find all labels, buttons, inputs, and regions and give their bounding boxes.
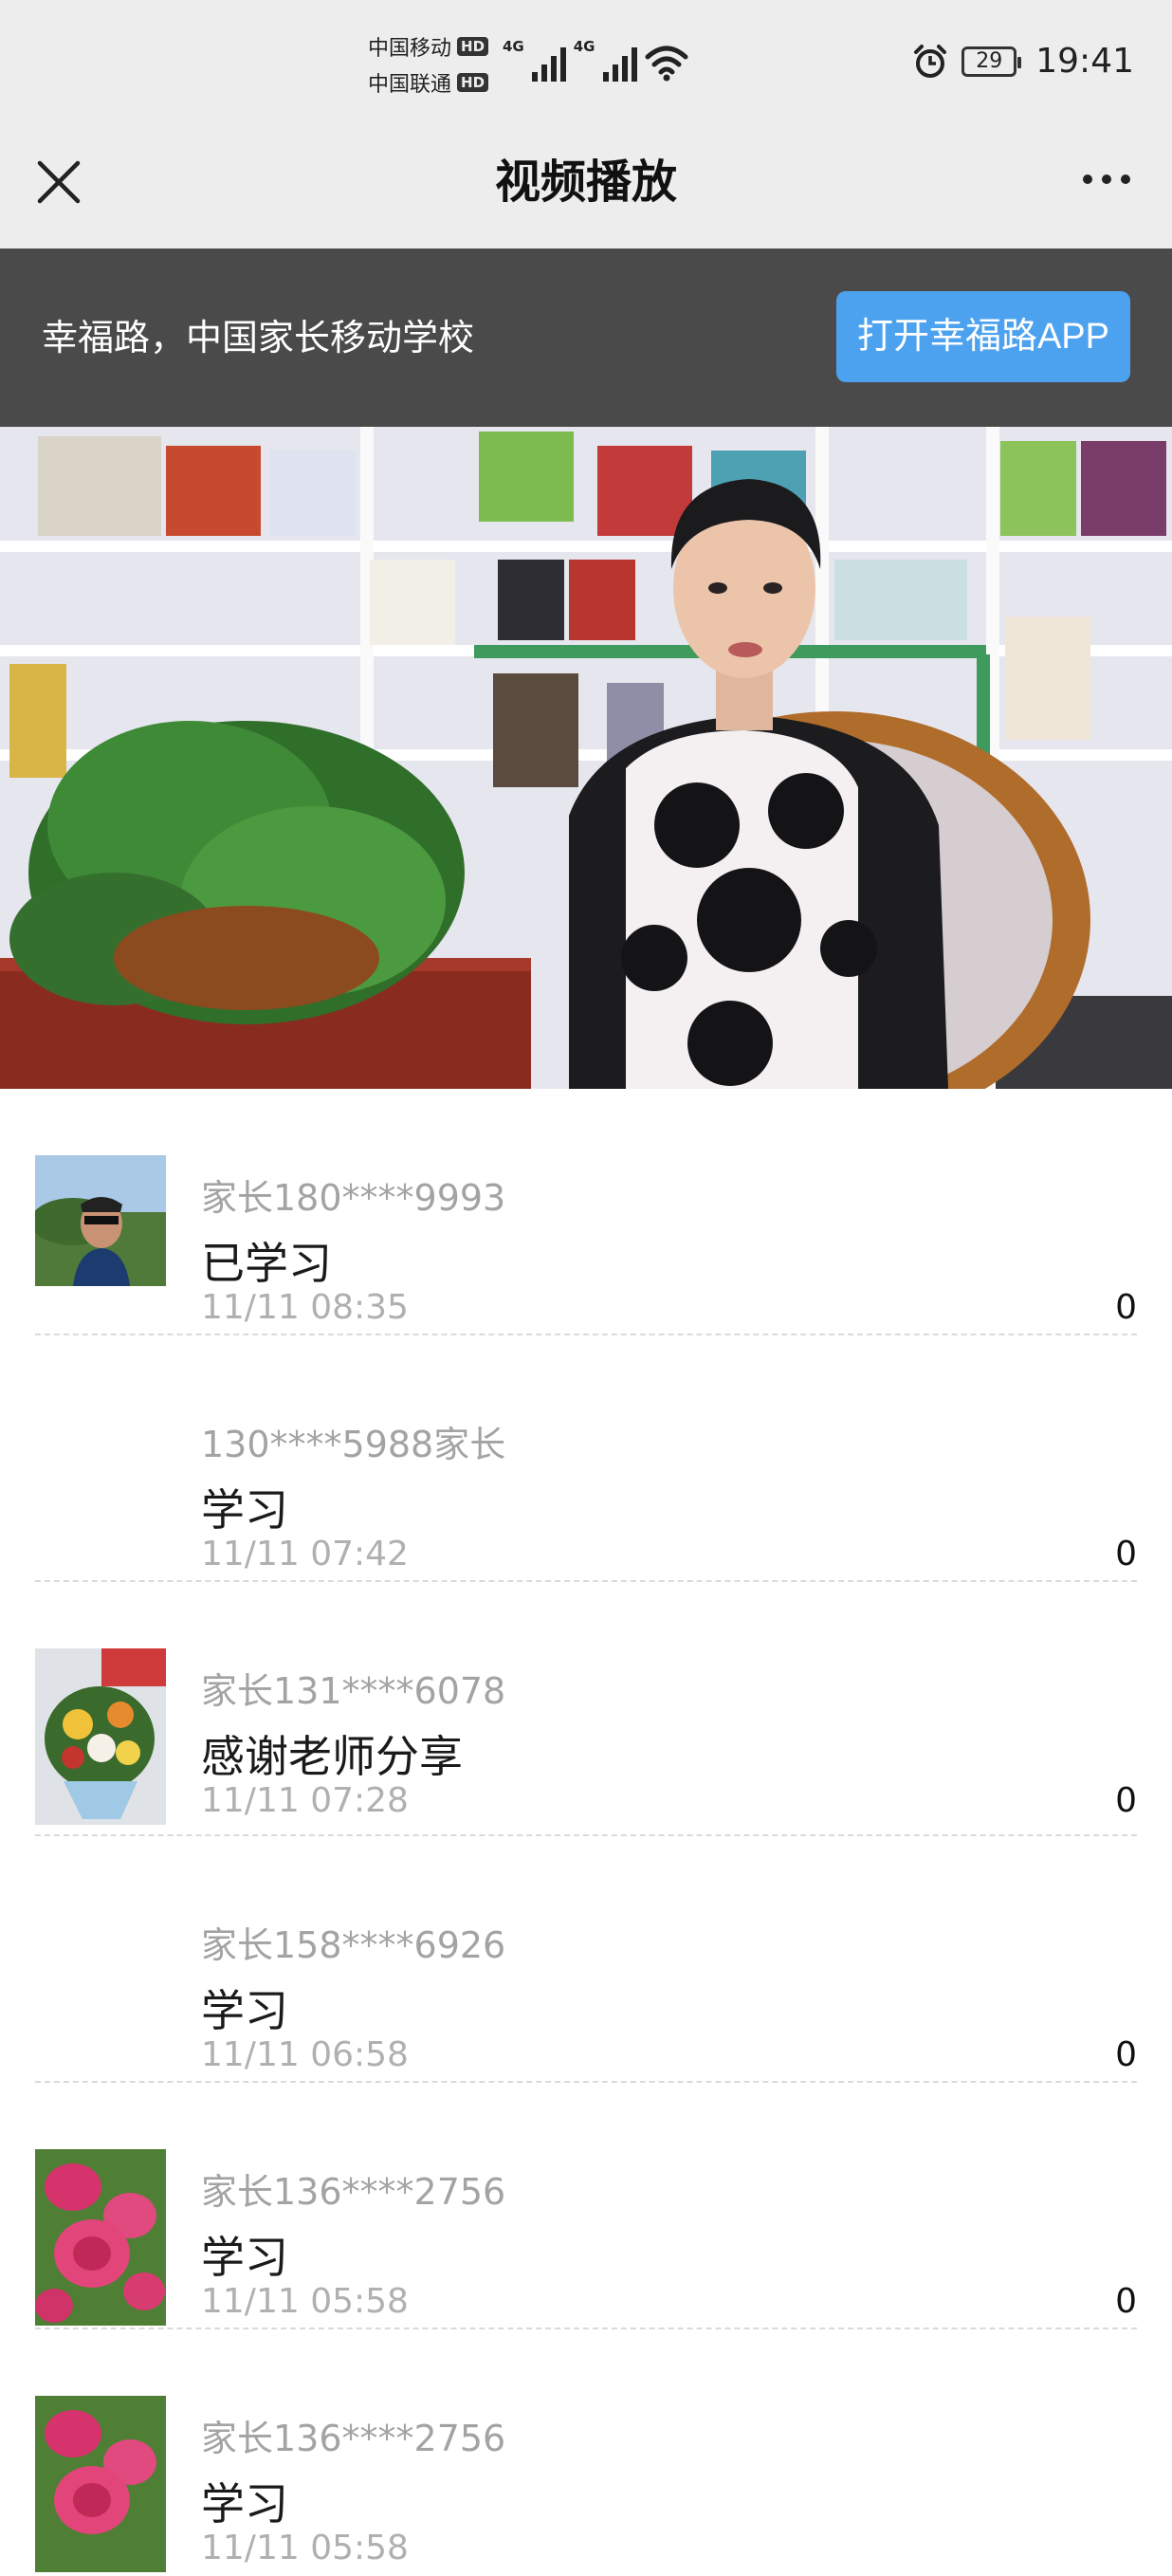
comment-user-name: 家长158****6926 bbox=[201, 1924, 506, 1966]
comment-item[interactable]: 家长136****2756 学习 11/11 05:58 0 bbox=[0, 2083, 1172, 2329]
comment-time: 11/11 08:35 bbox=[201, 1288, 409, 1327]
network-type-label: 4G bbox=[503, 38, 524, 55]
video-player[interactable] bbox=[0, 427, 1172, 1089]
more-options-icon[interactable] bbox=[1083, 175, 1130, 184]
like-count[interactable]: 0 bbox=[1115, 1288, 1137, 1327]
comment-text: 已学习 bbox=[201, 1238, 332, 1289]
battery-icon: 29 bbox=[961, 46, 1022, 77]
carrier-name-2: 中国联通 bbox=[368, 73, 452, 97]
video-frame bbox=[0, 427, 1172, 1089]
comment-item[interactable]: 家长131****6078 感谢老师分享 11/11 07:28 0 bbox=[0, 1582, 1172, 1836]
clock: 19:41 bbox=[1035, 42, 1134, 81]
alarm-icon bbox=[914, 44, 947, 78]
promo-banner: 幸福路，中国家长移动学校 打开幸福路APP bbox=[0, 248, 1172, 427]
title-bar: 视频播放 bbox=[0, 133, 1172, 248]
comment-time: 11/11 05:58 bbox=[201, 2529, 409, 2567]
like-count[interactable]: 0 bbox=[1115, 2282, 1137, 2321]
comment-time: 11/11 07:42 bbox=[201, 1535, 409, 1573]
close-icon[interactable] bbox=[32, 156, 85, 209]
avatar[interactable] bbox=[35, 2149, 166, 2326]
carrier-info: 中国移动 HD 中国联通 HD bbox=[368, 28, 489, 101]
like-count[interactable]: 0 bbox=[1115, 1781, 1137, 1820]
avatar[interactable] bbox=[35, 2396, 166, 2572]
network-type-label: 4G bbox=[573, 38, 595, 55]
wifi-icon bbox=[645, 46, 687, 82]
comment-item[interactable]: 家长136****2756 学习 11/11 05:58 bbox=[0, 2329, 1172, 2576]
signal-indicators: 4G 4G bbox=[503, 38, 688, 82]
avatar[interactable] bbox=[35, 1648, 166, 1825]
comment-text: 学习 bbox=[201, 2478, 288, 2530]
comment-time: 11/11 06:58 bbox=[201, 2035, 409, 2074]
comment-text: 学习 bbox=[201, 1985, 288, 2036]
comment-time: 11/11 05:58 bbox=[201, 2282, 409, 2321]
signal-icon bbox=[531, 46, 566, 82]
open-app-button[interactable]: 打开幸福路APP bbox=[835, 291, 1130, 382]
carrier-name-1: 中国移动 bbox=[368, 37, 452, 61]
comment-time: 11/11 07:28 bbox=[201, 1781, 409, 1820]
hd-badge: HD bbox=[457, 73, 489, 92]
like-count[interactable]: 0 bbox=[1115, 1535, 1137, 1573]
comment-user-name: 家长136****2756 bbox=[201, 2171, 506, 2213]
status-bar: 中国移动 HD 中国联通 HD 4G 4G 29 19:41 bbox=[0, 0, 1172, 133]
comment-text: 学习 bbox=[201, 2232, 288, 2283]
comment-item[interactable]: 家长180****9993 已学习 11/11 08:35 0 bbox=[0, 1089, 1172, 1335]
comment-user-name: 家长131****6078 bbox=[201, 1670, 506, 1712]
battery-level: 29 bbox=[976, 48, 1003, 73]
comment-user-name: 家长136****2756 bbox=[201, 2418, 506, 2459]
comment-user-name: 家长180****9993 bbox=[201, 1177, 506, 1219]
comment-item[interactable]: 家长158****6926 学习 11/11 06:58 0 bbox=[0, 1836, 1172, 2083]
comment-list: 家长180****9993 已学习 11/11 08:35 0 130****5… bbox=[0, 1089, 1172, 2576]
comment-text: 感谢老师分享 bbox=[201, 1731, 463, 1782]
comment-text: 学习 bbox=[201, 1484, 288, 1536]
comment-user-name: 130****5988家长 bbox=[201, 1424, 506, 1465]
hd-badge: HD bbox=[457, 37, 489, 56]
page-title: 视频播放 bbox=[494, 156, 677, 209]
comment-item[interactable]: 130****5988家长 学习 11/11 07:42 0 bbox=[0, 1335, 1172, 1582]
signal-icon bbox=[602, 46, 637, 82]
like-count[interactable]: 0 bbox=[1115, 2035, 1137, 2074]
avatar[interactable] bbox=[35, 1155, 166, 1286]
promo-text: 幸福路，中国家长移动学校 bbox=[42, 317, 475, 359]
